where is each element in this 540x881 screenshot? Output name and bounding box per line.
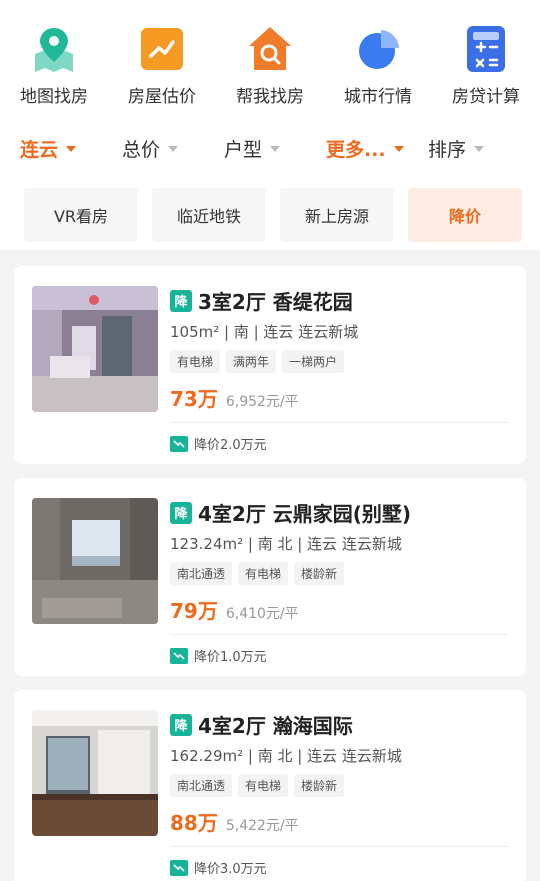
- listing-tag: 南北通透: [170, 774, 233, 797]
- filter-label: 户型: [224, 139, 263, 161]
- quick-entry-label: 城市行情: [344, 87, 412, 107]
- divider: [170, 846, 508, 847]
- listing-card[interactable]: 降 3室2厅 香缇花园 105m² | 南 | 连云 连云新城 有电梯 满两年 …: [14, 266, 526, 464]
- listing-photo[interactable]: [32, 286, 158, 412]
- quick-entry-mortgage[interactable]: 房贷计算: [434, 24, 538, 107]
- unit-price: 6,410元/平: [225, 606, 299, 622]
- filter-district[interactable]: 连云: [20, 135, 122, 162]
- listing-tag: 楼龄新: [294, 562, 345, 585]
- listing-meta: 105m² | 南 | 连云 连云新城: [170, 323, 359, 341]
- listing-title-row: 降 4室2厅 云鼎家园(别墅): [170, 498, 516, 527]
- price-drop-text: 降价3.0万元: [194, 862, 267, 877]
- listing-list: 降 3室2厅 香缇花园 105m² | 南 | 连云 连云新城 有电梯 满两年 …: [14, 266, 526, 881]
- quick-entry-map-search[interactable]: 地图找房: [2, 24, 106, 107]
- house-search-icon: [247, 24, 293, 74]
- filter-total-price[interactable]: 总价: [122, 135, 224, 162]
- total-price: 88万: [170, 811, 218, 835]
- trend-down-icon: [170, 859, 188, 876]
- caret-down-icon: [66, 145, 77, 152]
- filter-label: 更多...: [326, 139, 386, 161]
- quick-entry-label: 帮我找房: [236, 87, 304, 107]
- unit-price: 5,422元/平: [225, 818, 299, 834]
- price-drop-note: 降价2.0万元: [170, 434, 267, 453]
- caret-down-icon: [393, 145, 404, 152]
- filter-label: 连云: [20, 139, 59, 161]
- divider: [170, 634, 508, 635]
- tag-new-listings[interactable]: 新上房源: [280, 188, 394, 242]
- listing-meta: 123.24m² | 南 北 | 连云 连云新城: [170, 535, 402, 553]
- listing-tag: 南北通透: [170, 562, 233, 585]
- listing-title: 3室2厅 香缇花园: [198, 290, 353, 314]
- listing-info: 降 3室2厅 香缇花园 105m² | 南 | 连云 连云新城 有电梯 满两年 …: [170, 286, 516, 412]
- listing-price: 73万 6,952元/平: [170, 383, 516, 412]
- price-drop-text: 降价1.0万元: [194, 650, 267, 665]
- listing-tags: 南北通透 有电梯 楼龄新: [170, 774, 516, 797]
- quick-entry-label: 房屋估价: [128, 87, 196, 107]
- listing-card[interactable]: 降 4室2厅 瀚海国际 162.29m² | 南 北 | 连云 连云新城 南北通…: [14, 690, 526, 881]
- listing-photo[interactable]: [32, 710, 158, 836]
- filter-bar: 连云 总价 户型 更多... 排序: [0, 135, 540, 162]
- quick-tag-bar: VR看房 临近地铁 新上房源 降价: [0, 188, 540, 242]
- price-drop-badge: 降: [170, 501, 192, 524]
- price-drop-badge: 降: [170, 713, 192, 736]
- caret-down-icon: [270, 145, 281, 152]
- quick-entry-label: 房贷计算: [452, 87, 520, 107]
- filter-more[interactable]: 更多...: [326, 135, 428, 162]
- total-price: 79万: [170, 599, 218, 623]
- quick-entry-valuation[interactable]: 房屋估价: [110, 24, 214, 107]
- listing-title: 4室2厅 瀚海国际: [198, 714, 353, 738]
- quick-entry-label: 地图找房: [20, 87, 88, 107]
- caret-down-icon: [168, 145, 179, 152]
- listing-title: 4室2厅 云鼎家园(别墅): [198, 502, 412, 526]
- tag-price-drop[interactable]: 降价: [408, 188, 522, 242]
- filter-layout[interactable]: 户型: [224, 135, 326, 162]
- price-drop-note: 降价3.0万元: [170, 858, 267, 877]
- total-price: 73万: [170, 387, 218, 411]
- trend-down-icon: [170, 435, 188, 452]
- price-drop-badge: 降: [170, 289, 192, 312]
- filter-sort[interactable]: 排序: [428, 135, 530, 162]
- header-area: 地图找房 房屋估价 帮我找房 城市行情 房贷计算 连云 总价 户型 更多... …: [0, 0, 540, 250]
- listing-tags: 有电梯 满两年 一梯两户: [170, 350, 516, 373]
- listing-meta: 162.29m² | 南 北 | 连云 连云新城: [170, 747, 402, 765]
- pie-chart-icon: [355, 24, 401, 74]
- listing-price: 88万 5,422元/平: [170, 807, 516, 836]
- divider: [170, 422, 508, 423]
- listing-tag: 有电梯: [238, 562, 289, 585]
- caret-down-icon: [474, 145, 485, 152]
- calculator-icon: [463, 24, 509, 74]
- trend-down-icon: [170, 647, 188, 664]
- listing-tags: 南北通透 有电梯 楼龄新: [170, 562, 516, 585]
- tag-near-subway[interactable]: 临近地铁: [152, 188, 266, 242]
- filter-label: 总价: [122, 139, 161, 161]
- listing-info: 降 4室2厅 云鼎家园(别墅) 123.24m² | 南 北 | 连云 连云新城…: [170, 498, 516, 624]
- listing-info: 降 4室2厅 瀚海国际 162.29m² | 南 北 | 连云 连云新城 南北通…: [170, 710, 516, 836]
- quick-entry-find-home[interactable]: 帮我找房: [218, 24, 322, 107]
- listing-title-row: 降 4室2厅 瀚海国际: [170, 710, 516, 739]
- unit-price: 6,952元/平: [225, 394, 299, 410]
- quick-entry-bar: 地图找房 房屋估价 帮我找房 城市行情 房贷计算: [0, 0, 540, 107]
- listing-card[interactable]: 降 4室2厅 云鼎家园(别墅) 123.24m² | 南 北 | 连云 连云新城…: [14, 478, 526, 676]
- price-drop-text: 降价2.0万元: [194, 438, 267, 453]
- listing-title-row: 降 3室2厅 香缇花园: [170, 286, 516, 315]
- listing-tag: 有电梯: [238, 774, 289, 797]
- listing-tag: 有电梯: [170, 350, 221, 373]
- filter-label: 排序: [428, 139, 467, 161]
- trend-chart-icon: [139, 24, 185, 74]
- map-location-icon: [31, 24, 77, 74]
- listing-tag: 一梯两户: [282, 350, 345, 373]
- listing-tag: 满两年: [226, 350, 277, 373]
- price-drop-note: 降价1.0万元: [170, 646, 267, 665]
- quick-entry-market[interactable]: 城市行情: [326, 24, 430, 107]
- listing-price: 79万 6,410元/平: [170, 595, 516, 624]
- tag-vr-viewing[interactable]: VR看房: [24, 188, 138, 242]
- listing-photo[interactable]: [32, 498, 158, 624]
- listing-tag: 楼龄新: [294, 774, 345, 797]
